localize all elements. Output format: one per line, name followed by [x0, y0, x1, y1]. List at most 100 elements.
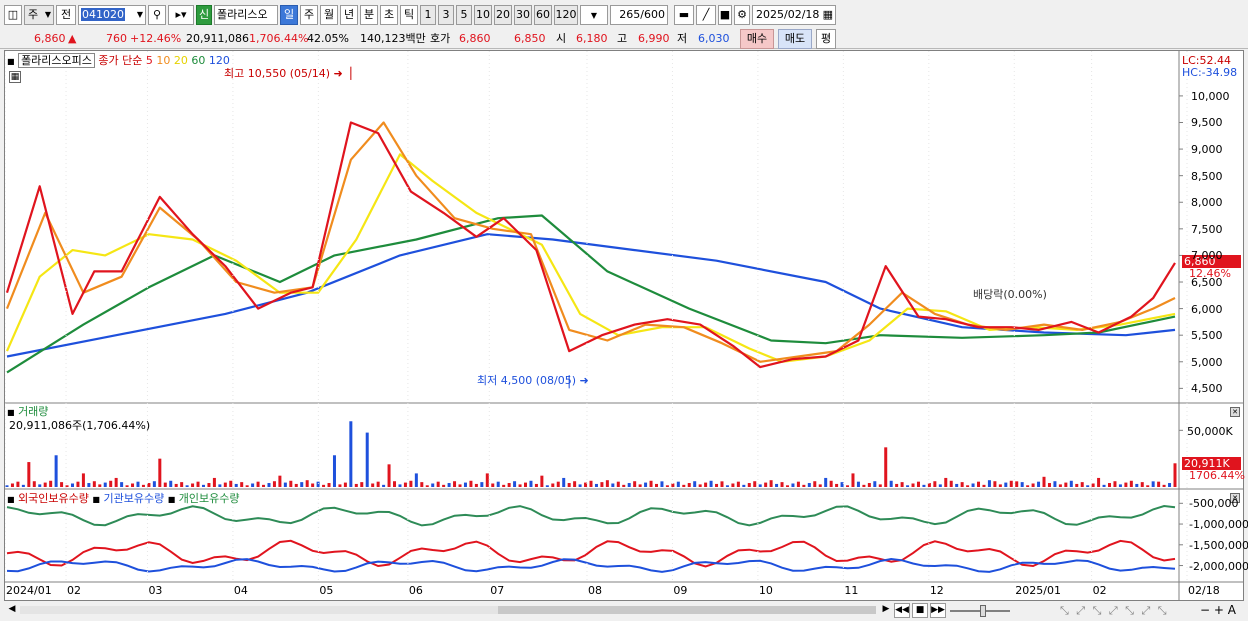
forward-icon[interactable]: ▶▶ [930, 603, 946, 618]
y-tick-label: 8,000 [1191, 196, 1223, 210]
volume-bar [895, 483, 899, 487]
prev-button[interactable]: 전 [56, 5, 76, 25]
chart-type-icon[interactable]: ▬ [674, 5, 694, 25]
minute-label: 120 [555, 8, 577, 21]
volume-bar [262, 484, 266, 487]
volume-bar [1124, 482, 1128, 487]
text-tool-icon[interactable]: A [1228, 603, 1236, 617]
volume-bar [1146, 485, 1150, 487]
close-pane-icon[interactable]: ✕ [1230, 407, 1240, 417]
volume-bar [540, 475, 544, 487]
period-tick[interactable]: 틱 [400, 5, 418, 25]
minute-3[interactable]: 3 [438, 5, 454, 25]
draw-line-icon[interactable]: ╱ [696, 5, 716, 25]
scrollbar-track[interactable] [20, 606, 876, 614]
minute-120[interactable]: 120 [554, 5, 578, 25]
period-day[interactable]: 일 [280, 5, 298, 25]
minute-10[interactable]: 10 [474, 5, 492, 25]
x-tick-label: 09 [673, 584, 688, 597]
volume-bar [289, 480, 293, 487]
rewind-icon[interactable]: ◀◀ [894, 603, 910, 618]
dividend-annotation: 배당락(0.00%) [973, 288, 1047, 301]
volume-bar [742, 484, 746, 487]
zoom-slider-thumb[interactable] [980, 605, 986, 617]
volume-bar [813, 481, 817, 487]
minute-5[interactable]: 5 [456, 5, 472, 25]
volume-bar [365, 432, 369, 487]
scroll-left-icon[interactable]: ◀ [4, 603, 20, 618]
volume-bar [1135, 483, 1139, 487]
volume-value-label: 20,911,086주(1,706.44%) [9, 419, 151, 432]
volume-bar [589, 480, 593, 487]
volume-bar [332, 455, 336, 487]
period-week[interactable]: 주 [300, 5, 318, 25]
volume-bar [300, 482, 304, 487]
period-year[interactable]: 년 [340, 5, 358, 25]
zoom-slider[interactable] [950, 605, 1010, 617]
chart-title[interactable]: 폴라리스오피스 [18, 53, 95, 68]
period-minute[interactable]: 분 [360, 5, 378, 25]
save-icon[interactable]: ■ [718, 5, 732, 25]
volume-bar [218, 484, 222, 487]
volume-bar [191, 483, 195, 487]
volume-bar [21, 484, 25, 487]
minus-icon[interactable]: − [1200, 603, 1210, 617]
volume-bar [955, 483, 959, 487]
stop-icon[interactable]: ■ [912, 603, 928, 618]
volume-value: 20,911,086 [186, 32, 249, 45]
volume-bar [38, 484, 42, 487]
count-input[interactable]: 265/600 [610, 5, 668, 25]
volume-bar [1118, 484, 1122, 487]
plus-icon[interactable]: + [1214, 603, 1224, 617]
volume-bar [758, 484, 762, 487]
ma-10-line [5, 121, 1176, 363]
buy-button[interactable]: 매수 [740, 29, 774, 49]
average-button[interactable]: 평 [816, 29, 836, 49]
mode-select[interactable]: 주 ▼ [24, 5, 54, 25]
scroll-right-icon[interactable]: ▶ [878, 603, 894, 618]
volume-bar [720, 481, 724, 487]
custom-period-select[interactable]: ▼ [580, 5, 608, 25]
volume-bar [65, 485, 69, 487]
volume-bar [201, 484, 205, 487]
high-price: 6,990 [638, 32, 670, 45]
chart-canvas [5, 51, 1243, 600]
period-label: 년 [343, 8, 355, 21]
chart-settings-icon[interactable]: ◫ [4, 5, 22, 25]
volume-bar [704, 482, 708, 487]
minute-30[interactable]: 30 [514, 5, 532, 25]
volume-bar [32, 481, 36, 487]
scrollbar-thumb[interactable] [498, 606, 876, 614]
sell-button[interactable]: 매도 [778, 29, 812, 49]
period-second[interactable]: 초 [380, 5, 398, 25]
volume-bar [431, 483, 435, 487]
search-icon[interactable]: ⚲ [148, 5, 166, 25]
ownership-tick-label: -2,000,000 [1189, 559, 1248, 573]
quote-label: 호가 [430, 32, 451, 45]
volume-bar [867, 483, 871, 487]
y-tick-label: 10,000 [1191, 89, 1230, 103]
period-label: 틱 [403, 8, 415, 21]
sound-icon[interactable]: ▸▾ [168, 5, 194, 25]
x-tick-label: 12 [929, 584, 944, 597]
minute-1[interactable]: 1 [420, 5, 436, 25]
ownership-tick-label: -1,000,000 [1189, 518, 1248, 532]
volume-bar [60, 482, 64, 487]
drawing-tools[interactable]: ⤡ ⤢ ⤡ ⤢ ⤡ ⤢ ⤡ [1060, 604, 1169, 618]
volume-bar [987, 480, 991, 487]
volume-bar [594, 483, 598, 487]
period-month[interactable]: 월 [320, 5, 338, 25]
date-input[interactable]: 2025/02/18 ▦ [752, 5, 836, 25]
minute-20[interactable]: 20 [494, 5, 512, 25]
volume-bar [1162, 484, 1166, 487]
grid-icon[interactable]: ▦ [9, 71, 21, 83]
period-label: 월 [323, 8, 335, 21]
volume-bar [136, 481, 140, 487]
x-tick-label: 2025/01 [1015, 584, 1061, 597]
open-price: 6,180 [576, 32, 608, 45]
gear-icon[interactable]: ⚙ [734, 5, 750, 25]
volume-bar [458, 484, 462, 487]
minute-60[interactable]: 60 [534, 5, 552, 25]
up-arrow-icon: ▲ [68, 32, 77, 45]
code-input[interactable]: 041020 ▼ [78, 5, 146, 25]
